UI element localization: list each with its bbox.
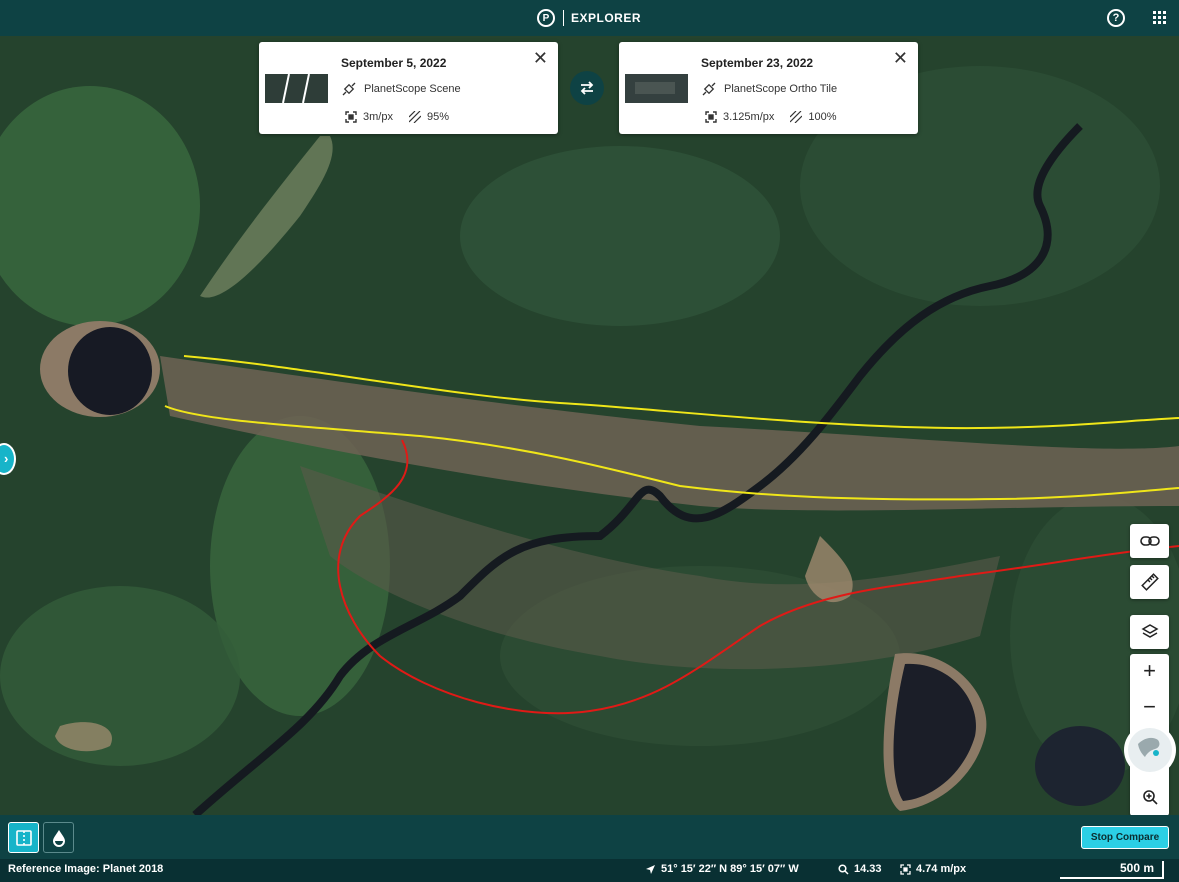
coverage-icon [408, 111, 421, 123]
magnifier-icon [1142, 790, 1158, 805]
search-icon [838, 863, 849, 875]
scene-source: PlanetScope Scene [341, 81, 461, 97]
scene-thumbnail [265, 74, 328, 103]
swap-scenes-button[interactable] [570, 71, 604, 105]
brand-divider [563, 10, 564, 26]
zoom-to-location-button[interactable] [1130, 780, 1169, 814]
droplet-icon [52, 829, 65, 847]
scene-coverage: 95% [426, 111, 449, 123]
globe-minimap[interactable] [1124, 724, 1176, 776]
scene-resolution: 3.125m/px [723, 111, 775, 123]
measure-button[interactable] [1130, 565, 1169, 599]
scene-source: PlanetScope Ortho Tile [701, 81, 837, 97]
resolution-icon [900, 863, 911, 875]
reference-image-label: Reference Image: Planet 2018 [8, 863, 164, 875]
app-title: EXPLORER [571, 11, 642, 25]
scene-card-left[interactable]: September 5, 2022 ✕ PlanetScope Scene 3m… [259, 42, 558, 134]
resolution-icon [345, 111, 357, 123]
scene-source-label: PlanetScope Ortho Tile [724, 83, 838, 95]
coordinates-readout: 51° 15′ 22″ N 89° 15′ 07″ W [645, 863, 799, 875]
help-icon[interactable]: ? [1107, 9, 1125, 27]
apps-grid-icon[interactable] [1153, 11, 1166, 24]
swap-arrows-icon [580, 81, 594, 95]
ruler-icon [1140, 573, 1159, 591]
scene-date: September 5, 2022 [341, 56, 447, 70]
stop-compare-button[interactable]: Stop Compare [1081, 826, 1169, 849]
zoom-in-button[interactable]: + [1130, 654, 1169, 688]
close-icon[interactable]: ✕ [533, 49, 548, 67]
satellite-icon [342, 82, 356, 96]
satellite-map[interactable] [0, 36, 1179, 815]
scene-date: September 23, 2022 [701, 56, 814, 70]
resolution-readout: 4.74 m/px [900, 863, 966, 875]
scene-source-label: PlanetScope Scene [364, 83, 461, 95]
coordinates-value: 51° 15′ 22″ N 89° 15′ 07″ W [661, 863, 799, 875]
link-icon [1139, 536, 1160, 546]
scene-coverage: 100% [808, 111, 837, 123]
map-imagery [0, 36, 1179, 815]
scene-resolution: 3m/px [363, 111, 393, 123]
opacity-button[interactable] [43, 822, 74, 853]
layers-button[interactable] [1130, 615, 1169, 649]
globe-icon [1128, 728, 1172, 772]
scene-meta: 3.125m/px 100% [705, 111, 837, 123]
planet-logo-icon: P [537, 9, 555, 27]
share-link-button[interactable] [1130, 524, 1169, 558]
scene-thumbnail [625, 74, 688, 103]
top-bar: P EXPLORER ? [0, 0, 1179, 36]
satellite-icon [702, 82, 716, 96]
close-icon[interactable]: ✕ [893, 49, 908, 67]
zoom-level-readout: 14.33 [838, 863, 882, 875]
app-brand[interactable]: P EXPLORER [537, 7, 641, 29]
scale-bar: 500 m [1060, 861, 1164, 879]
chevron-right-icon: › [4, 451, 9, 466]
layers-icon [1140, 624, 1159, 638]
resolution-value: 4.74 m/px [916, 863, 967, 875]
status-bar: Reference Image: Planet 2018 51° 15′ 22″… [0, 859, 1179, 882]
scene-meta: 3m/px 95% [345, 111, 449, 123]
zoom-out-button[interactable]: − [1130, 690, 1169, 724]
scene-card-right[interactable]: September 23, 2022 ✕ PlanetScope Ortho T… [619, 42, 918, 134]
resolution-icon [705, 111, 717, 123]
coverage-icon [790, 111, 803, 123]
cursor-arrow-icon [646, 864, 655, 874]
bottom-toolbar [0, 815, 1179, 859]
zoom-level-value: 14.33 [854, 863, 882, 875]
split-view-icon [15, 829, 32, 846]
split-view-button[interactable] [8, 822, 39, 853]
